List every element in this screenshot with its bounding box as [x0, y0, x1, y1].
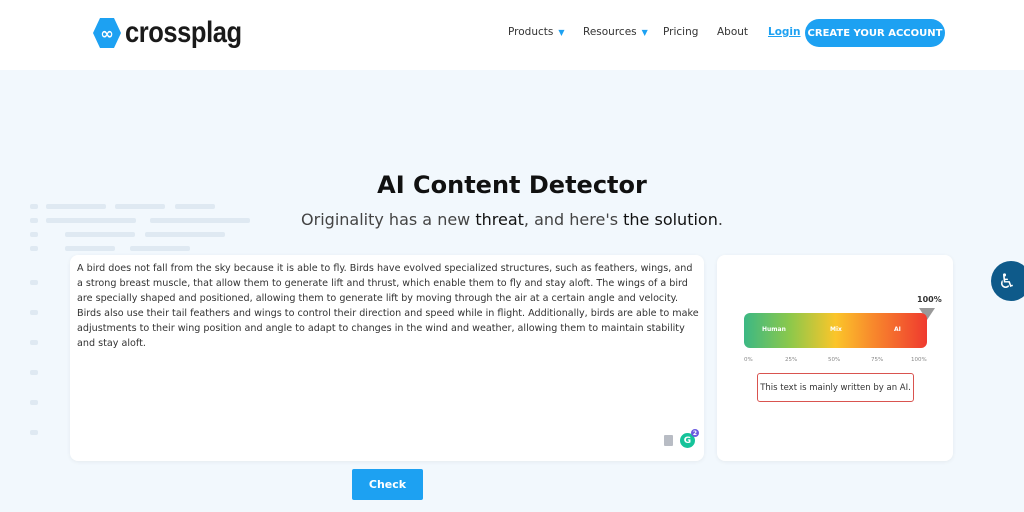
grammarly-badge: 2: [691, 429, 699, 437]
nav-pricing[interactable]: Pricing: [663, 26, 698, 38]
result-panel: 100% Human Mix AI 0% 25% 50% 75% 100% Th…: [717, 255, 953, 461]
nav-products[interactable]: Products ▼: [508, 26, 565, 38]
chevron-down-icon: ▼: [558, 28, 565, 37]
check-button[interactable]: Check: [352, 469, 423, 500]
tick-label: 100%: [911, 357, 927, 363]
tick-label: 0%: [744, 357, 753, 363]
gauge-label-ai: AI: [894, 326, 901, 333]
create-account-button[interactable]: CREATE YOUR ACCOUNT: [805, 19, 945, 47]
page-title: AI Content Detector: [377, 171, 647, 199]
nav-label: Products: [508, 26, 554, 38]
score-label: 100%: [917, 295, 942, 304]
verdict-box: This text is mainly written by an AI.: [757, 373, 914, 402]
page-subtitle: Originality has a new threat, and here's…: [301, 210, 723, 229]
gauge-label-human: Human: [762, 326, 786, 333]
tick-label: 25%: [785, 357, 798, 363]
score-gauge: Human Mix AI: [744, 313, 927, 348]
tick-label: 50%: [828, 357, 841, 363]
logo[interactable]: ∞ crossplag: [93, 16, 262, 50]
login-link[interactable]: Login: [768, 26, 801, 38]
input-text[interactable]: A bird does not fall from the sky becaus…: [77, 261, 701, 351]
clipboard-icon[interactable]: [664, 435, 673, 446]
header: ∞ crossplag Products ▼ Resources ▼ Pricing…: [0, 0, 1024, 70]
logo-icon: ∞: [93, 18, 121, 48]
nav-about[interactable]: About: [717, 26, 748, 38]
accessibility-icon[interactable]: ♿: [991, 261, 1024, 301]
gauge-label-mix: Mix: [830, 326, 842, 333]
nav-resources[interactable]: Resources ▼: [583, 26, 648, 38]
tick-label: 75%: [871, 357, 884, 363]
chevron-down-icon: ▼: [641, 28, 648, 37]
logo-text: crossplag: [125, 16, 242, 49]
grammarly-icon[interactable]: G2: [680, 429, 699, 448]
nav-label: Resources: [583, 26, 637, 38]
text-input-area[interactable]: A bird does not fall from the sky becaus…: [70, 255, 704, 461]
